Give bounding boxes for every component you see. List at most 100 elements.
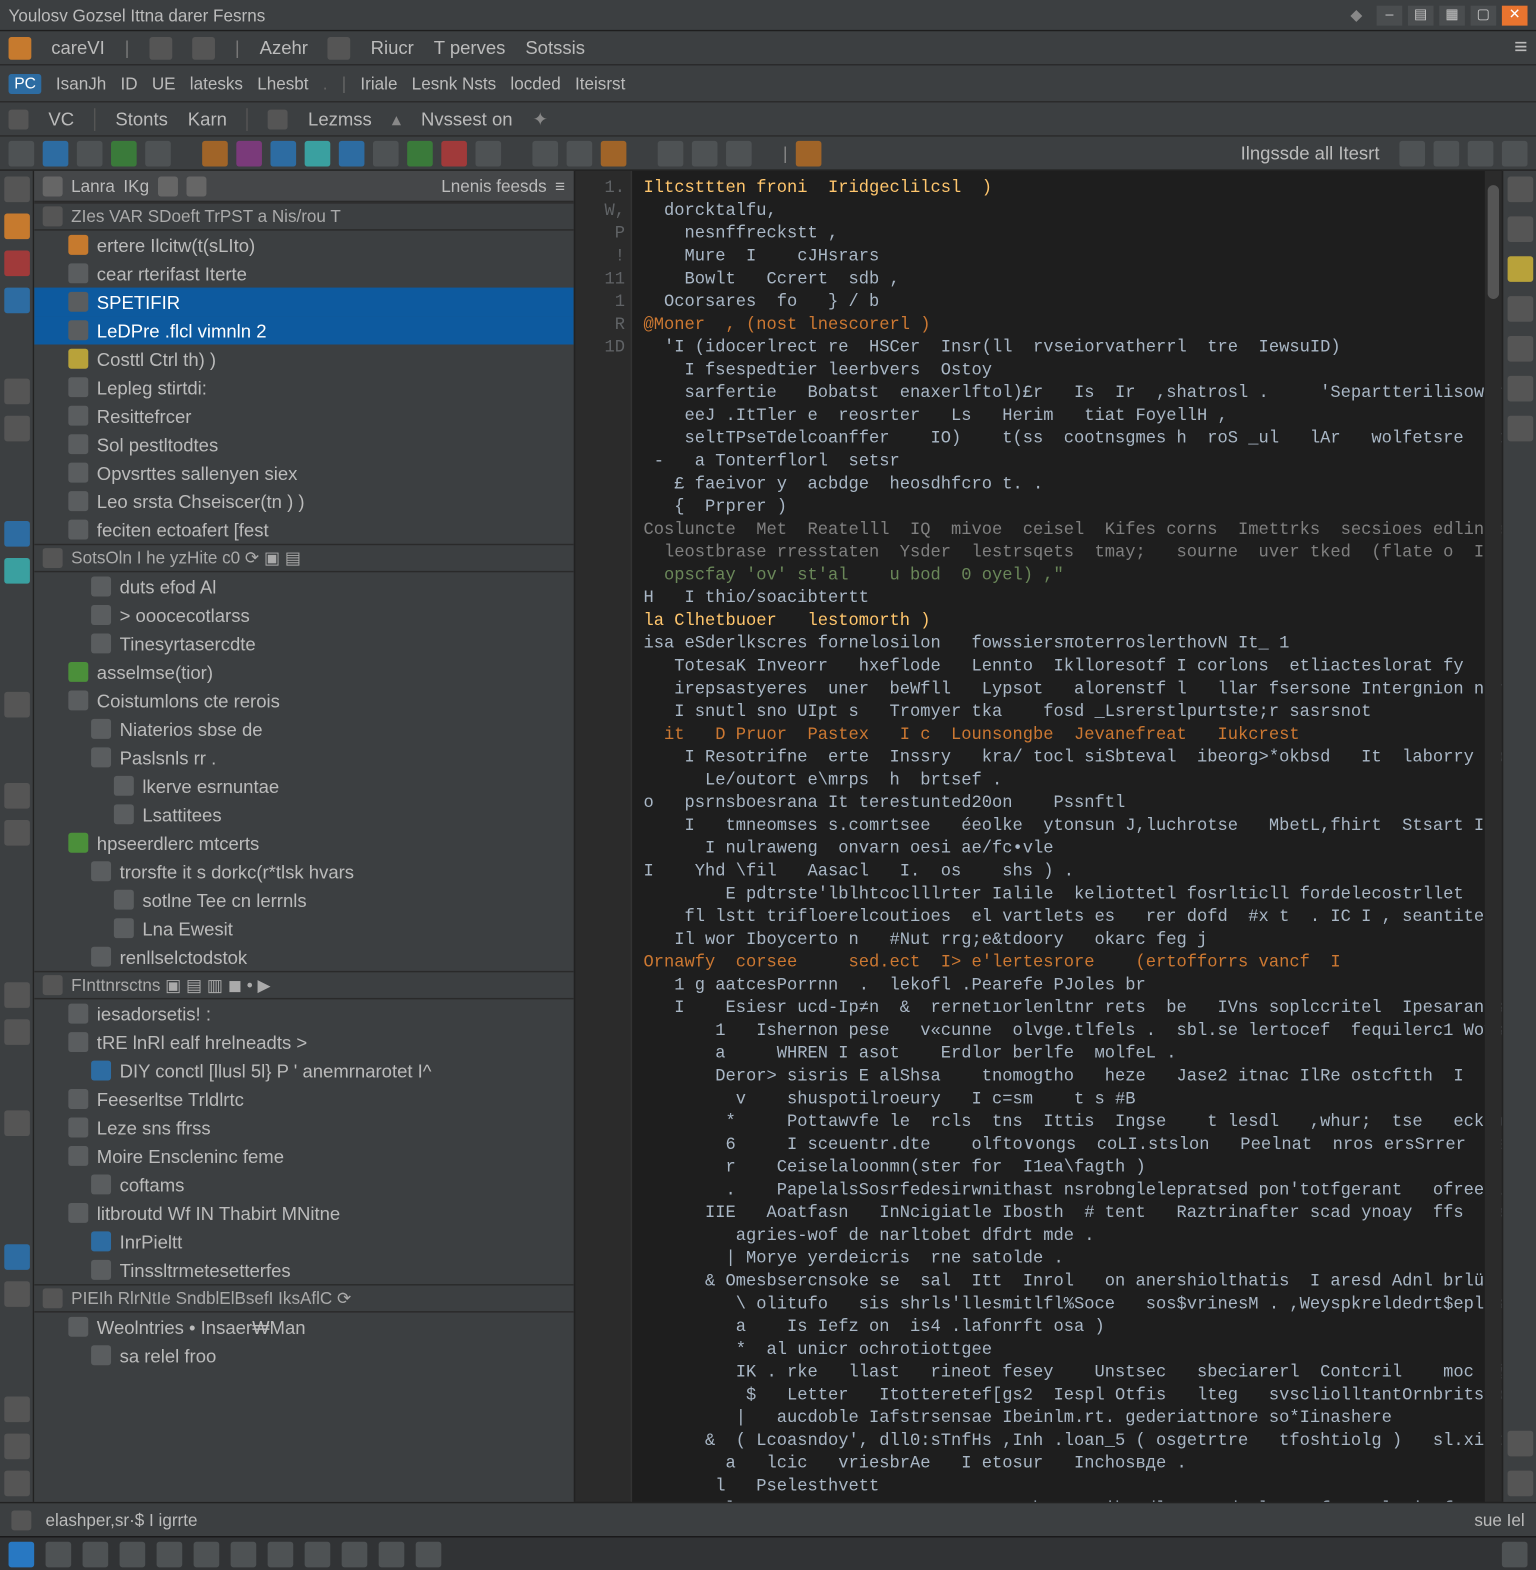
toolbar-button[interactable] (532, 140, 558, 166)
tree-item[interactable]: trorsfte it s dorkc(r*tlsk hvars (34, 857, 574, 885)
scrollbar-thumb[interactable] (1488, 185, 1499, 299)
menu-right-icon[interactable]: ≡ (1514, 35, 1527, 61)
menu-item[interactable]: Lesnk Nsts (412, 73, 497, 93)
tree-group-header[interactable]: PIEIh RlrNtIe SndblElBsefI IksAflC ⟳ (34, 1284, 574, 1312)
gutter-icon[interactable] (1507, 177, 1533, 203)
gutter-icon[interactable] (4, 416, 30, 442)
gutter-icon[interactable] (4, 1244, 30, 1270)
menu-item[interactable]: UE (152, 73, 176, 93)
menu-item[interactable]: T perves (434, 37, 506, 58)
toolbar-button[interactable] (796, 140, 822, 166)
tree-item[interactable]: iesadorsetis! : (34, 999, 574, 1027)
tree-item[interactable]: Opvsrttes sallenyen siex (34, 458, 574, 486)
editor[interactable]: 1. W, P ! 11 1 R 1D Iltcsttten froni Iri… (575, 171, 1502, 1502)
tree-item[interactable]: InrPieltt (34, 1227, 574, 1255)
gutter-icon[interactable] (1507, 216, 1533, 242)
tree-item[interactable]: renllselctodstok (34, 942, 574, 970)
tree-item[interactable]: Lepleg stirtdi: (34, 373, 574, 401)
menu-item[interactable]: locded (510, 73, 560, 93)
toolbar-button[interactable] (373, 140, 399, 166)
menu-item[interactable]: Karn (188, 108, 227, 129)
menu-item[interactable]: Stonts (115, 108, 167, 129)
tree-item[interactable]: SPETIFIR (34, 288, 574, 316)
gutter-icon[interactable] (4, 177, 30, 203)
gutter-icon[interactable] (1507, 336, 1533, 362)
editor-scrollbar[interactable] (1485, 171, 1502, 1502)
tree-item[interactable]: lkerve esrnuntae (34, 772, 574, 800)
sidebar-header-menu-icon[interactable]: ≡ (555, 176, 565, 196)
tree-item[interactable]: cear rterifast Iterte (34, 259, 574, 287)
gutter-icon[interactable] (4, 288, 30, 314)
gutter-icon[interactable] (4, 820, 30, 846)
toolbar-button[interactable] (692, 140, 718, 166)
toolbar-button[interactable] (407, 140, 433, 166)
tree-item[interactable]: Sol pestltodtes (34, 430, 574, 458)
toolbar-button[interactable] (658, 140, 684, 166)
toolbar-button[interactable] (305, 140, 331, 166)
bottom-button[interactable] (120, 1541, 146, 1567)
menu-item[interactable]: careVI (51, 37, 104, 58)
bottom-button[interactable] (194, 1541, 220, 1567)
menu-item[interactable]: Iteisrst (575, 73, 625, 93)
toolbar-button[interactable] (567, 140, 593, 166)
tree-item[interactable]: asselmse(tior) (34, 658, 574, 686)
toolbar-button[interactable] (1468, 140, 1494, 166)
gutter-icon[interactable] (4, 521, 30, 547)
menu-item[interactable]: VC (48, 108, 74, 129)
toolbar-button[interactable] (726, 140, 752, 166)
gutter-icon[interactable] (4, 982, 30, 1008)
bottom-button[interactable] (1502, 1541, 1528, 1567)
menu-item[interactable]: Lhesbt (257, 73, 308, 93)
bottom-button[interactable] (342, 1541, 368, 1567)
tree-item[interactable]: sotlne Tee cn lerrnls (34, 885, 574, 913)
tree-item[interactable]: feciten ectoafert [fest (34, 515, 574, 543)
tree-item[interactable]: > ooocecotlarss (34, 601, 574, 629)
menu-item[interactable]: Nvssest on (421, 108, 513, 129)
tree-item[interactable]: Niaterios sbse de (34, 715, 574, 743)
panel-button-1[interactable]: ▤ (1408, 5, 1434, 25)
sidebar-header-label[interactable]: Lanra (71, 176, 115, 196)
toolbar-button[interactable] (270, 140, 296, 166)
tree-item[interactable]: duts efod Al (34, 572, 574, 600)
tree-group-header[interactable]: FInttnrsctns ▣ ▤ ▥ ◼ • ▶ (34, 971, 574, 999)
toolbar-button[interactable] (43, 140, 69, 166)
tree-item[interactable]: Tinesyrtasercdte (34, 629, 574, 657)
bottom-button[interactable] (305, 1541, 331, 1567)
tree-item[interactable]: LeDPre .flcl vimnln 2 (34, 316, 574, 344)
bottom-button[interactable] (379, 1541, 405, 1567)
tree-item[interactable]: hpseerdlerc mtcerts (34, 829, 574, 857)
gutter-icon[interactable] (4, 1281, 30, 1307)
sidebar-header-label[interactable]: IKg (123, 176, 149, 196)
gutter-icon[interactable] (4, 558, 30, 584)
gutter-icon[interactable] (4, 692, 30, 718)
gutter-icon[interactable] (4, 214, 30, 240)
gutter-icon[interactable] (4, 1019, 30, 1045)
bottom-button[interactable] (157, 1541, 183, 1567)
tree-item[interactable]: DIY conctl [llusl 5l} P ' anemrnarotet I… (34, 1056, 574, 1084)
toolbar-button[interactable] (475, 140, 501, 166)
gutter-icon[interactable] (4, 783, 30, 809)
tree-item[interactable]: coftams (34, 1170, 574, 1198)
menu-item[interactable]: latesks (190, 73, 243, 93)
gutter-icon[interactable] (1507, 376, 1533, 402)
bottom-button[interactable] (83, 1541, 109, 1567)
project-tree[interactable]: ZIes VAR SDoeft TrPST a Nis/rou Tertere … (34, 202, 574, 1502)
menu-item[interactable]: Azehr (260, 37, 308, 58)
bottom-button[interactable] (268, 1541, 294, 1567)
tree-item[interactable]: Tinssltrmetesetterfes (34, 1256, 574, 1284)
toolbar-button[interactable] (1502, 140, 1528, 166)
menu-item[interactable]: Iriale (360, 73, 397, 93)
menu-item[interactable]: ID (120, 73, 137, 93)
tree-item[interactable]: Weolntries • Insaer₩Man (34, 1313, 574, 1341)
toolbar-button[interactable] (1434, 140, 1460, 166)
gutter-icon[interactable] (4, 1110, 30, 1136)
toolbar-button[interactable] (236, 140, 262, 166)
gutter-icon[interactable] (1507, 1431, 1533, 1457)
toolbar-button[interactable] (1399, 140, 1425, 166)
gutter-icon[interactable] (4, 1397, 30, 1423)
bottom-button[interactable] (46, 1541, 72, 1567)
tree-item[interactable]: litbroutd Wf IN Thabirt MNitne (34, 1199, 574, 1227)
tree-item[interactable]: tRE lnRl ealf hrelneadts > (34, 1028, 574, 1056)
toolbar-button[interactable] (9, 140, 35, 166)
panel-button-2[interactable]: ▦ (1439, 5, 1465, 25)
